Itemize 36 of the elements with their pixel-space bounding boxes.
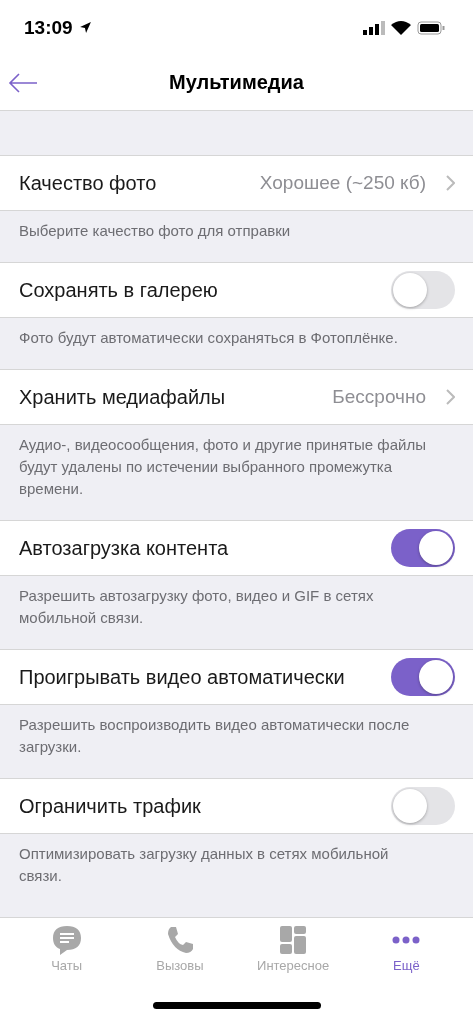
- setting-label: Ограничить трафик: [19, 794, 202, 818]
- settings-row[interactable]: Ограничить трафик: [0, 778, 473, 834]
- setting-label: Проигрывать видео автоматически: [19, 665, 346, 689]
- settings-row[interactable]: Хранить медиафайлы Бессрочно: [0, 369, 473, 425]
- chat-bubble-icon: [50, 924, 83, 956]
- status-time: 13:09: [24, 16, 73, 39]
- location-arrow-icon: [78, 21, 92, 34]
- setting-label: Сохранять в галерею: [19, 278, 219, 302]
- setting-value: Хорошее (~250 кб): [259, 172, 426, 194]
- settings-row[interactable]: Автозагрузка контента: [0, 520, 473, 576]
- setting-value: Бессрочно: [332, 386, 426, 408]
- setting-description: Аудио-, видеосообщения, фото и другие принятые файлы будут удалены по истечении выбранного промежутка времени.: [19, 436, 426, 497]
- setting-description: Оптимизировать загрузку данных в сетях мобильной связи.: [19, 845, 389, 884]
- setting-description: Выберите качество фото для отправки: [19, 222, 291, 239]
- screen-title: Мультимедиа: [169, 71, 304, 94]
- battery-icon: [417, 20, 445, 35]
- toggle-switch[interactable]: [391, 271, 455, 309]
- more-dots-icon: [392, 936, 421, 944]
- setting-description: Фото будут автоматически сохраняться в Фотоплёнке.: [19, 329, 398, 346]
- toggle-switch[interactable]: [391, 529, 455, 567]
- back-arrow-icon[interactable]: [8, 73, 38, 93]
- settings-row[interactable]: Проигрывать видео автоматически: [0, 649, 473, 705]
- settings-row[interactable]: Качество фото Хорошее (~250 кб): [0, 155, 473, 211]
- signal-icon: [363, 20, 385, 35]
- chevron-right-icon: [446, 175, 455, 191]
- wifi-icon: [391, 20, 411, 35]
- setting-label: Качество фото: [19, 171, 158, 195]
- chevron-right-icon: [446, 389, 455, 405]
- setting-label: Хранить медиафайлы: [19, 385, 227, 409]
- tab-item[interactable]: Ещё: [349, 918, 463, 990]
- toggle-switch[interactable]: [391, 658, 455, 696]
- setting-label: Автозагрузка контента: [19, 536, 230, 560]
- setting-description: Разрешить автозагрузку фото, видео и GIF в сетях мобильной связи.: [19, 587, 374, 626]
- settings-row[interactable]: Сохранять в галерею: [0, 262, 473, 318]
- toggle-switch[interactable]: [391, 787, 455, 825]
- setting-description: Разрешить воспроизводить видео автоматически после загрузки.: [19, 716, 410, 755]
